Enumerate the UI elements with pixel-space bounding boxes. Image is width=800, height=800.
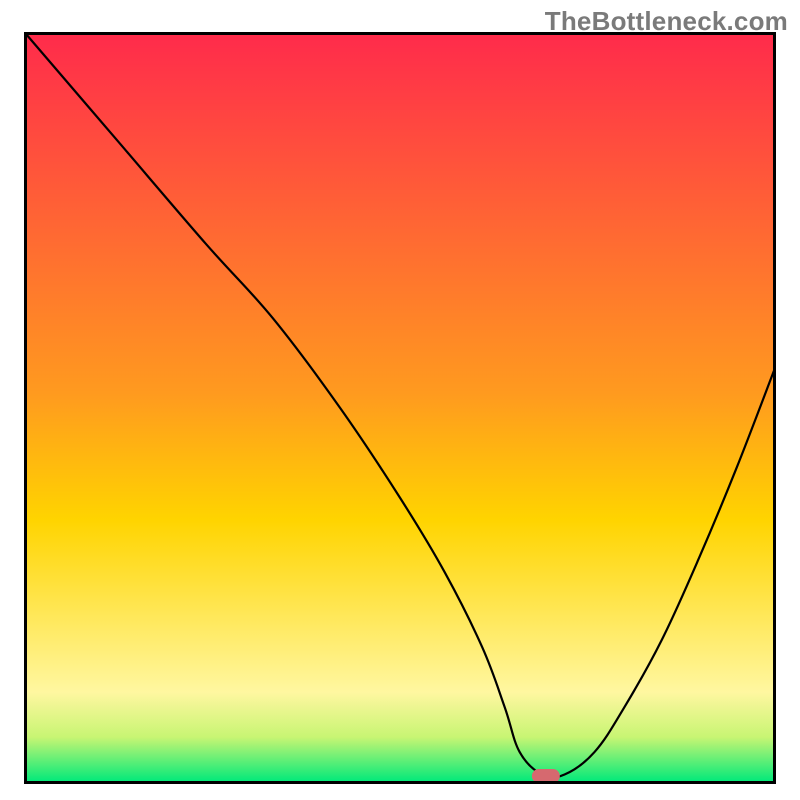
chart-svg	[24, 32, 776, 784]
chart-container: TheBottleneck.com	[0, 0, 800, 800]
marker-pill	[532, 769, 560, 783]
chart-plot-area	[24, 32, 776, 784]
gradient-background	[26, 34, 774, 782]
